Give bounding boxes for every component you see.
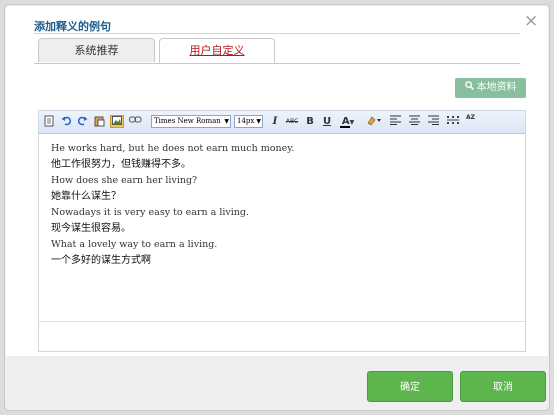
align-right-icon[interactable] — [427, 115, 439, 128]
redo-icon[interactable] — [76, 115, 88, 128]
editor-toolbar: Times New Roman ▼ 14px ▼ I ABC B U A▼ AZ — [39, 111, 525, 134]
example-en: He works hard, but he does not earn much… — [51, 143, 295, 154]
align-left-icon[interactable] — [389, 115, 401, 128]
highlight-color-icon[interactable] — [365, 115, 383, 128]
add-example-dialog: 添加释义的例句 × 系统推荐 用户自定义 本地资料 Times New Roma… — [4, 4, 550, 411]
strikethrough-button[interactable]: ABC — [285, 115, 299, 128]
example-zh: 现今谋生很容易。 — [51, 223, 131, 234]
example-zh: 她靠什么谋生？ — [51, 191, 121, 202]
dialog-title: 添加释义的例句 — [34, 20, 111, 33]
insert-link-icon[interactable] — [128, 115, 142, 128]
confirm-button[interactable]: 确定 — [367, 371, 453, 402]
tabs-divider — [34, 63, 520, 64]
example-item: What a lovely way to earn a living. 一个多好… — [51, 237, 515, 269]
example-en: How does she earn her living? — [51, 175, 198, 186]
chevron-down-icon: ▼ — [349, 119, 355, 126]
example-item: Nowadays it is very easy to earn a livin… — [51, 205, 515, 237]
title-divider — [34, 33, 520, 34]
close-icon[interactable]: × — [524, 13, 538, 30]
editor-content[interactable]: He works hard, but he does not earn much… — [51, 141, 515, 269]
example-item: He works hard, but he does not earn much… — [51, 141, 515, 173]
sort-icon[interactable]: AZ — [464, 115, 477, 128]
font-family-select[interactable]: Times New Roman ▼ — [151, 115, 231, 128]
insert-image-icon[interactable] — [110, 115, 124, 128]
underline-button[interactable]: U — [321, 115, 333, 128]
example-zh: 他工作很努力，但钱赚得不多。 — [51, 159, 191, 170]
bold-button[interactable]: B — [304, 115, 316, 128]
paste-icon[interactable] — [93, 115, 105, 128]
insert-table-icon[interactable] — [446, 115, 459, 128]
align-center-icon[interactable] — [408, 115, 420, 128]
cancel-button[interactable]: 取消 — [460, 371, 546, 402]
font-family-value: Times New Roman — [154, 117, 221, 125]
italic-button[interactable]: I — [269, 115, 281, 128]
editor-status-divider — [39, 321, 525, 322]
search-icon — [464, 78, 474, 98]
example-item: How does she earn her living? 她靠什么谋生？ — [51, 173, 515, 205]
chevron-down-icon: ▼ — [256, 118, 261, 125]
font-color-swatch — [340, 126, 350, 128]
rich-text-editor[interactable]: Times New Roman ▼ 14px ▼ I ABC B U A▼ AZ… — [38, 110, 526, 352]
local-resources-button[interactable]: 本地资料 — [455, 78, 526, 98]
chevron-down-icon: ▼ — [224, 118, 229, 125]
example-en: What a lovely way to earn a living. — [51, 239, 218, 250]
local-resources-label: 本地资料 — [476, 82, 517, 93]
new-document-icon[interactable] — [43, 115, 55, 128]
dialog-panel: 添加释义的例句 × 系统推荐 用户自定义 本地资料 Times New Roma… — [6, 6, 548, 356]
font-size-select[interactable]: 14px ▼ — [234, 115, 263, 128]
undo-icon[interactable] — [60, 115, 72, 128]
example-zh: 一个多好的谋生方式啊 — [51, 255, 151, 266]
font-color-button[interactable]: A▼ — [339, 115, 357, 128]
tab-user-defined[interactable]: 用户自定义 — [159, 38, 275, 64]
tab-system-recommend[interactable]: 系统推荐 — [38, 38, 155, 62]
font-size-value: 14px — [237, 117, 255, 125]
example-en: Nowadays it is very easy to earn a livin… — [51, 207, 250, 218]
